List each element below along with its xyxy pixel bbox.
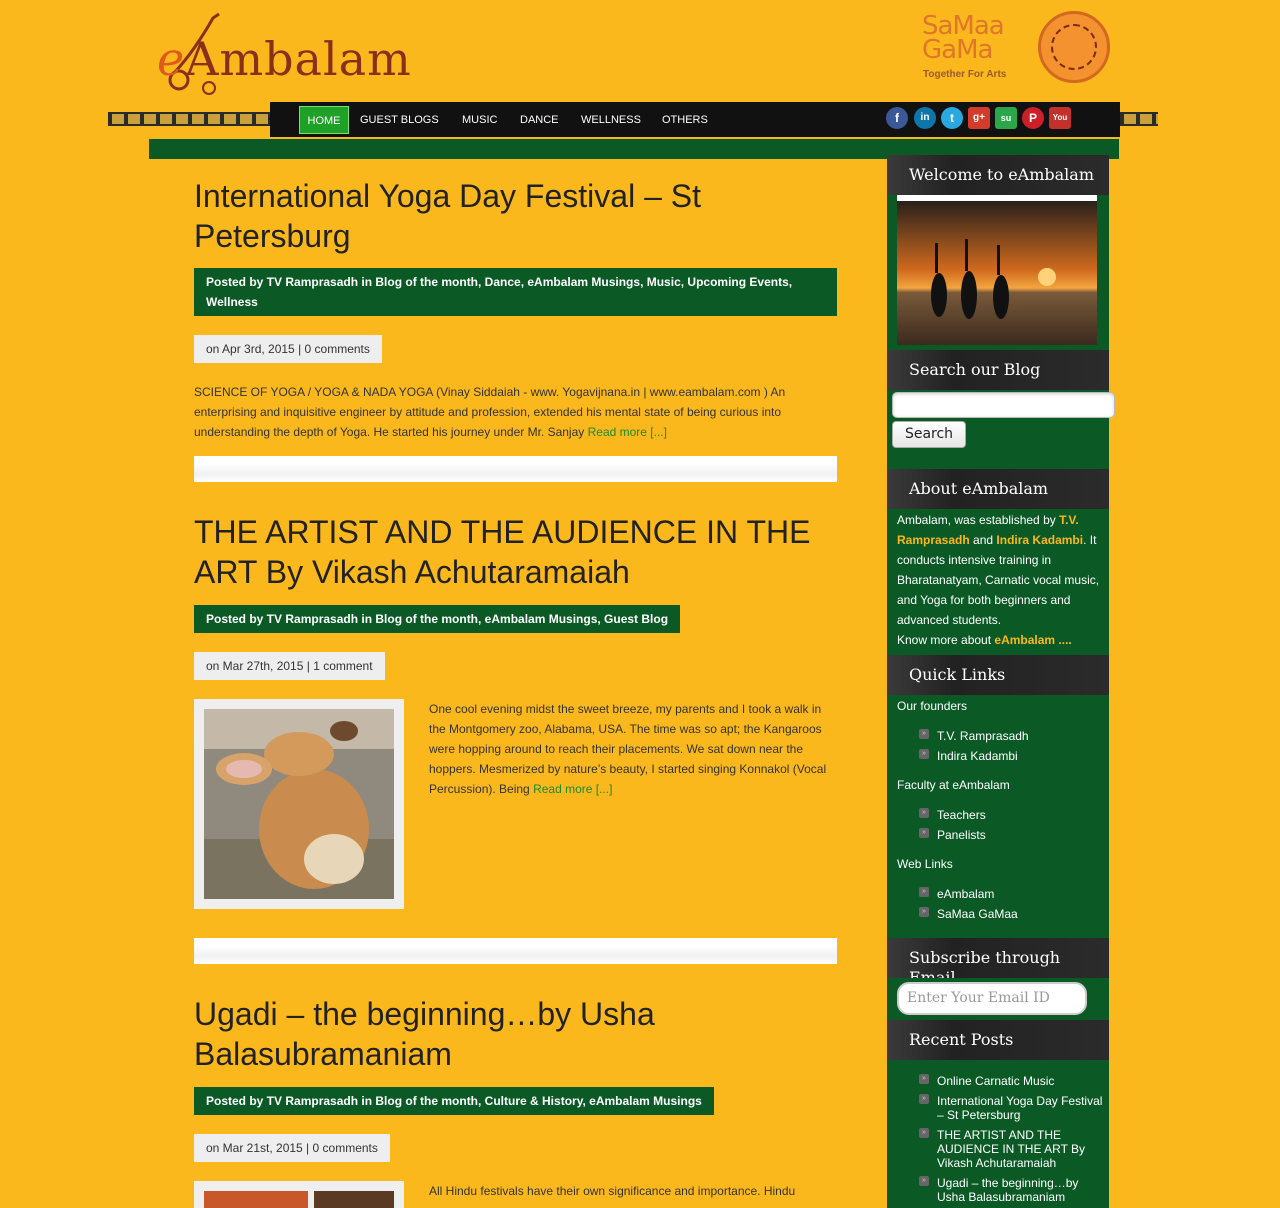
post-title[interactable]: THE ARTIST AND THE AUDIENCE IN THE ART B…	[194, 512, 834, 592]
bullet-icon: »	[919, 1128, 929, 1138]
post-thumbnail[interactable]	[194, 699, 404, 909]
widget-title-search: Search our Blog	[887, 350, 1109, 390]
read-more-link[interactable]: Read more [...]	[588, 425, 667, 439]
bullet-icon: »	[919, 1074, 929, 1084]
search-button[interactable]: Search	[892, 421, 966, 448]
nav-guest-blogs[interactable]: GUEST BLOGS	[356, 106, 443, 134]
youtube-icon[interactable]: You	[1049, 107, 1071, 129]
logo-wordmark: eAmbalam	[157, 32, 412, 86]
post-date: on Mar 21st, 2015 | 0 comments	[194, 1134, 390, 1162]
main-nav: HOME GUEST BLOGS MUSIC DANCE WELLNESS OT…	[270, 102, 1120, 137]
quick-links-heading: Our founders	[897, 699, 968, 713]
stumbleupon-icon[interactable]: su	[995, 107, 1017, 129]
samaa-gama-logo[interactable]: SaMaa GaMa Together For Arts	[922, 11, 1112, 84]
eambalam-logo[interactable]: eAmbalam	[157, 10, 417, 100]
bullet-icon: »	[919, 1094, 929, 1104]
post-excerpt: All Hindu festivals have their own signi…	[429, 1184, 796, 1198]
post-meta: Posted by TV Ramprasadh in Blog of the m…	[194, 605, 681, 633]
widget-title-quick-links: Quick Links	[887, 655, 1109, 695]
post-excerpt: SCIENCE OF YOGA / YOGA & NADA YOGA (Vina…	[194, 385, 786, 439]
post-excerpt: One cool evening midst the sweet breeze,…	[429, 702, 827, 796]
email-field[interactable]: Enter Your Email ID	[897, 982, 1087, 1015]
kangaroo-image	[204, 709, 394, 899]
post-thumbnail[interactable]	[194, 1181, 404, 1208]
ugadi-image	[314, 1191, 394, 1208]
nav-decoration-right	[1120, 112, 1158, 126]
widget-title-about: About eAmbalam	[887, 469, 1109, 509]
pinterest-icon[interactable]: P	[1022, 107, 1044, 129]
post-divider	[194, 938, 837, 964]
post-date: on Apr 3rd, 2015 | 0 comments	[194, 335, 382, 363]
nav-dance[interactable]: DANCE	[516, 106, 563, 134]
samaa-gama-emblem-icon	[1038, 11, 1110, 83]
bullet-icon: »	[919, 749, 929, 759]
bullet-icon: »	[919, 729, 929, 739]
ugadi-image	[204, 1191, 308, 1208]
post-divider	[194, 456, 837, 482]
widget-title-welcome: Welcome to eAmbalam	[887, 155, 1109, 195]
nav-others[interactable]: OTHERS	[658, 106, 712, 134]
bullet-icon: »	[919, 887, 929, 897]
post-comments-link[interactable]: 1 comment	[313, 659, 372, 673]
post-title[interactable]: Ugadi – the beginning…by Usha Balasubram…	[194, 994, 834, 1074]
quick-links-heading: Web Links	[897, 857, 953, 871]
facebook-icon[interactable]: f	[886, 107, 908, 129]
nav-home[interactable]: HOME	[299, 106, 349, 134]
nav-decoration-left	[108, 112, 270, 126]
post-meta: Posted by TV Ramprasadh in Blog of the m…	[194, 268, 837, 316]
search-input[interactable]	[892, 392, 1115, 418]
post-meta: Posted by TV Ramprasadh in Blog of the m…	[194, 1087, 714, 1115]
quick-links-heading: Faculty at eAmbalam	[897, 778, 1010, 792]
nav-wellness[interactable]: WELLNESS	[577, 106, 645, 134]
about-link-kadambi[interactable]: Indira Kadambi	[996, 533, 1083, 547]
widget-title-subscribe: Subscribe through Email	[887, 938, 1109, 978]
samaa-gama-wordmark: SaMaa GaMa	[922, 11, 1005, 65]
post-comments-link[interactable]: 0 comments	[305, 342, 370, 356]
widget-title-recent-posts: Recent Posts	[887, 1020, 1109, 1060]
linkedin-icon[interactable]: in	[914, 107, 936, 129]
nav-music[interactable]: MUSIC	[458, 106, 501, 134]
twitter-icon[interactable]: t	[941, 107, 963, 129]
samaa-gama-tagline: Together For Arts	[923, 69, 1007, 80]
about-text: Ambalam, was established by T.V. Rampras…	[897, 513, 1100, 647]
bullet-icon: »	[919, 828, 929, 838]
bullet-icon: »	[919, 907, 929, 917]
about-more-link[interactable]: eAmbalam ....	[994, 633, 1071, 647]
google-plus-icon[interactable]: g+	[968, 107, 990, 129]
yoga-sunset-image	[897, 195, 1097, 345]
post-date: on Mar 27th, 2015 | 1 comment	[194, 652, 385, 680]
post-comments-link[interactable]: 0 comments	[313, 1141, 378, 1155]
read-more-link[interactable]: Read more [...]	[533, 782, 612, 796]
bullet-icon: »	[919, 808, 929, 818]
bullet-icon: »	[919, 1176, 929, 1186]
post-title[interactable]: International Yoga Day Festival – St Pet…	[194, 176, 834, 256]
